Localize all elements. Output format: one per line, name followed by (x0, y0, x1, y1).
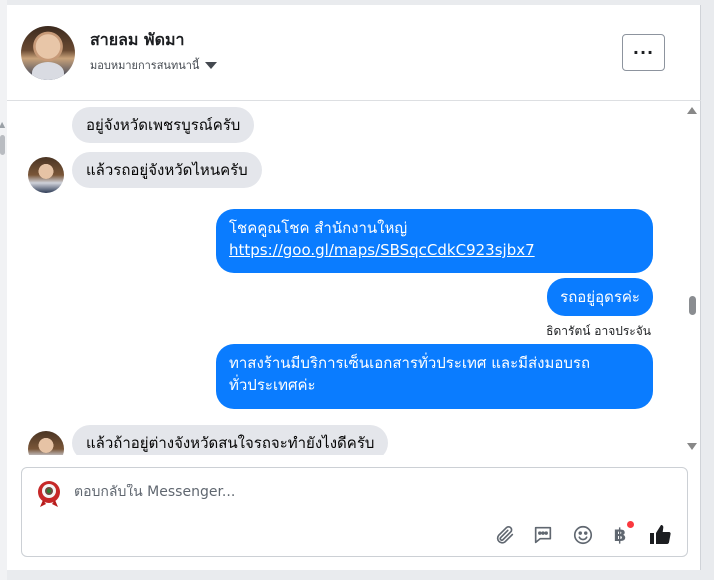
conversation-header: สายลม พัดมา มอบหมายการสนทนานี้ ··· (7, 5, 701, 101)
assign-conversation-dropdown[interactable]: มอบหมายการสนทนานี้ (90, 56, 218, 74)
incoming-message[interactable]: อยู่จังหวัดเพชรบูรณ์ครับ (72, 107, 255, 143)
reply-input[interactable] (74, 484, 634, 500)
payment-baht-icon[interactable]: ฿ (608, 521, 634, 547)
like-icon[interactable] (648, 523, 672, 547)
scroll-down-icon[interactable] (687, 443, 697, 450)
attachment-icon[interactable] (493, 523, 517, 547)
message-list[interactable]: อยู่จังหวัดเพชรบูรณ์ครับ แล้วรถอยู่จังหว… (7, 101, 701, 455)
emoji-icon[interactable] (571, 523, 595, 547)
sender-avatar[interactable] (28, 431, 64, 455)
outgoing-message-link[interactable]: โชคคูณโชค สำนักงานใหญ่ https://goo.gl/ma… (216, 209, 653, 273)
scroll-up-arrow-icon[interactable]: ▲ (0, 120, 5, 129)
more-options-button[interactable]: ··· (622, 34, 665, 71)
outgoing-message[interactable]: รถอยู่อุดรค่ะ (547, 278, 653, 316)
incoming-message[interactable]: แล้วถ้าอยู่ต่างจังหวัดสนใจรถจะทำยังไงดีค… (72, 425, 389, 455)
notification-dot (627, 521, 634, 528)
baht-symbol: ฿ (613, 524, 627, 546)
caret-down-icon (205, 61, 218, 69)
sent-by-label: ธิดารัตน์ อาจประจัน (546, 324, 651, 338)
outgoing-message[interactable]: ทาสงร้านมีบริการเซ็นเอกสารทั่วประเทศ และ… (216, 344, 653, 409)
message-scroll-thumb[interactable] (689, 296, 696, 315)
message-line: ทาสงร้านมีบริการเซ็นเอกสารทั่วประเทศ และ… (229, 354, 591, 372)
sender-avatar[interactable] (28, 157, 64, 193)
scroll-up-icon[interactable] (687, 107, 697, 114)
incoming-message[interactable]: แล้วรถอยู่จังหวัดไหนครับ (72, 152, 262, 188)
map-link[interactable]: https://goo.gl/maps/SBSqcCdkC923sjbx7 (229, 241, 535, 259)
conversation-panel: สายลม พัดมา มอบหมายการสนทนานี้ ··· อยู่จ… (7, 5, 701, 570)
left-scrollbar[interactable]: ▲ (0, 0, 7, 580)
left-scroll-thumb[interactable] (0, 135, 5, 155)
assign-label: มอบหมายการสนทนานี้ (90, 59, 200, 72)
reply-composer: ฿ (21, 467, 688, 557)
message-text: โชคคูณโชค สำนักงานใหญ่ (229, 219, 408, 237)
contact-avatar[interactable] (21, 26, 75, 80)
contact-name[interactable]: สายลม พัดมา (90, 28, 185, 53)
message-line: ทั่วประเทศค่ะ (229, 376, 316, 394)
page-avatar-icon (38, 481, 60, 507)
saved-replies-icon[interactable] (531, 523, 555, 547)
